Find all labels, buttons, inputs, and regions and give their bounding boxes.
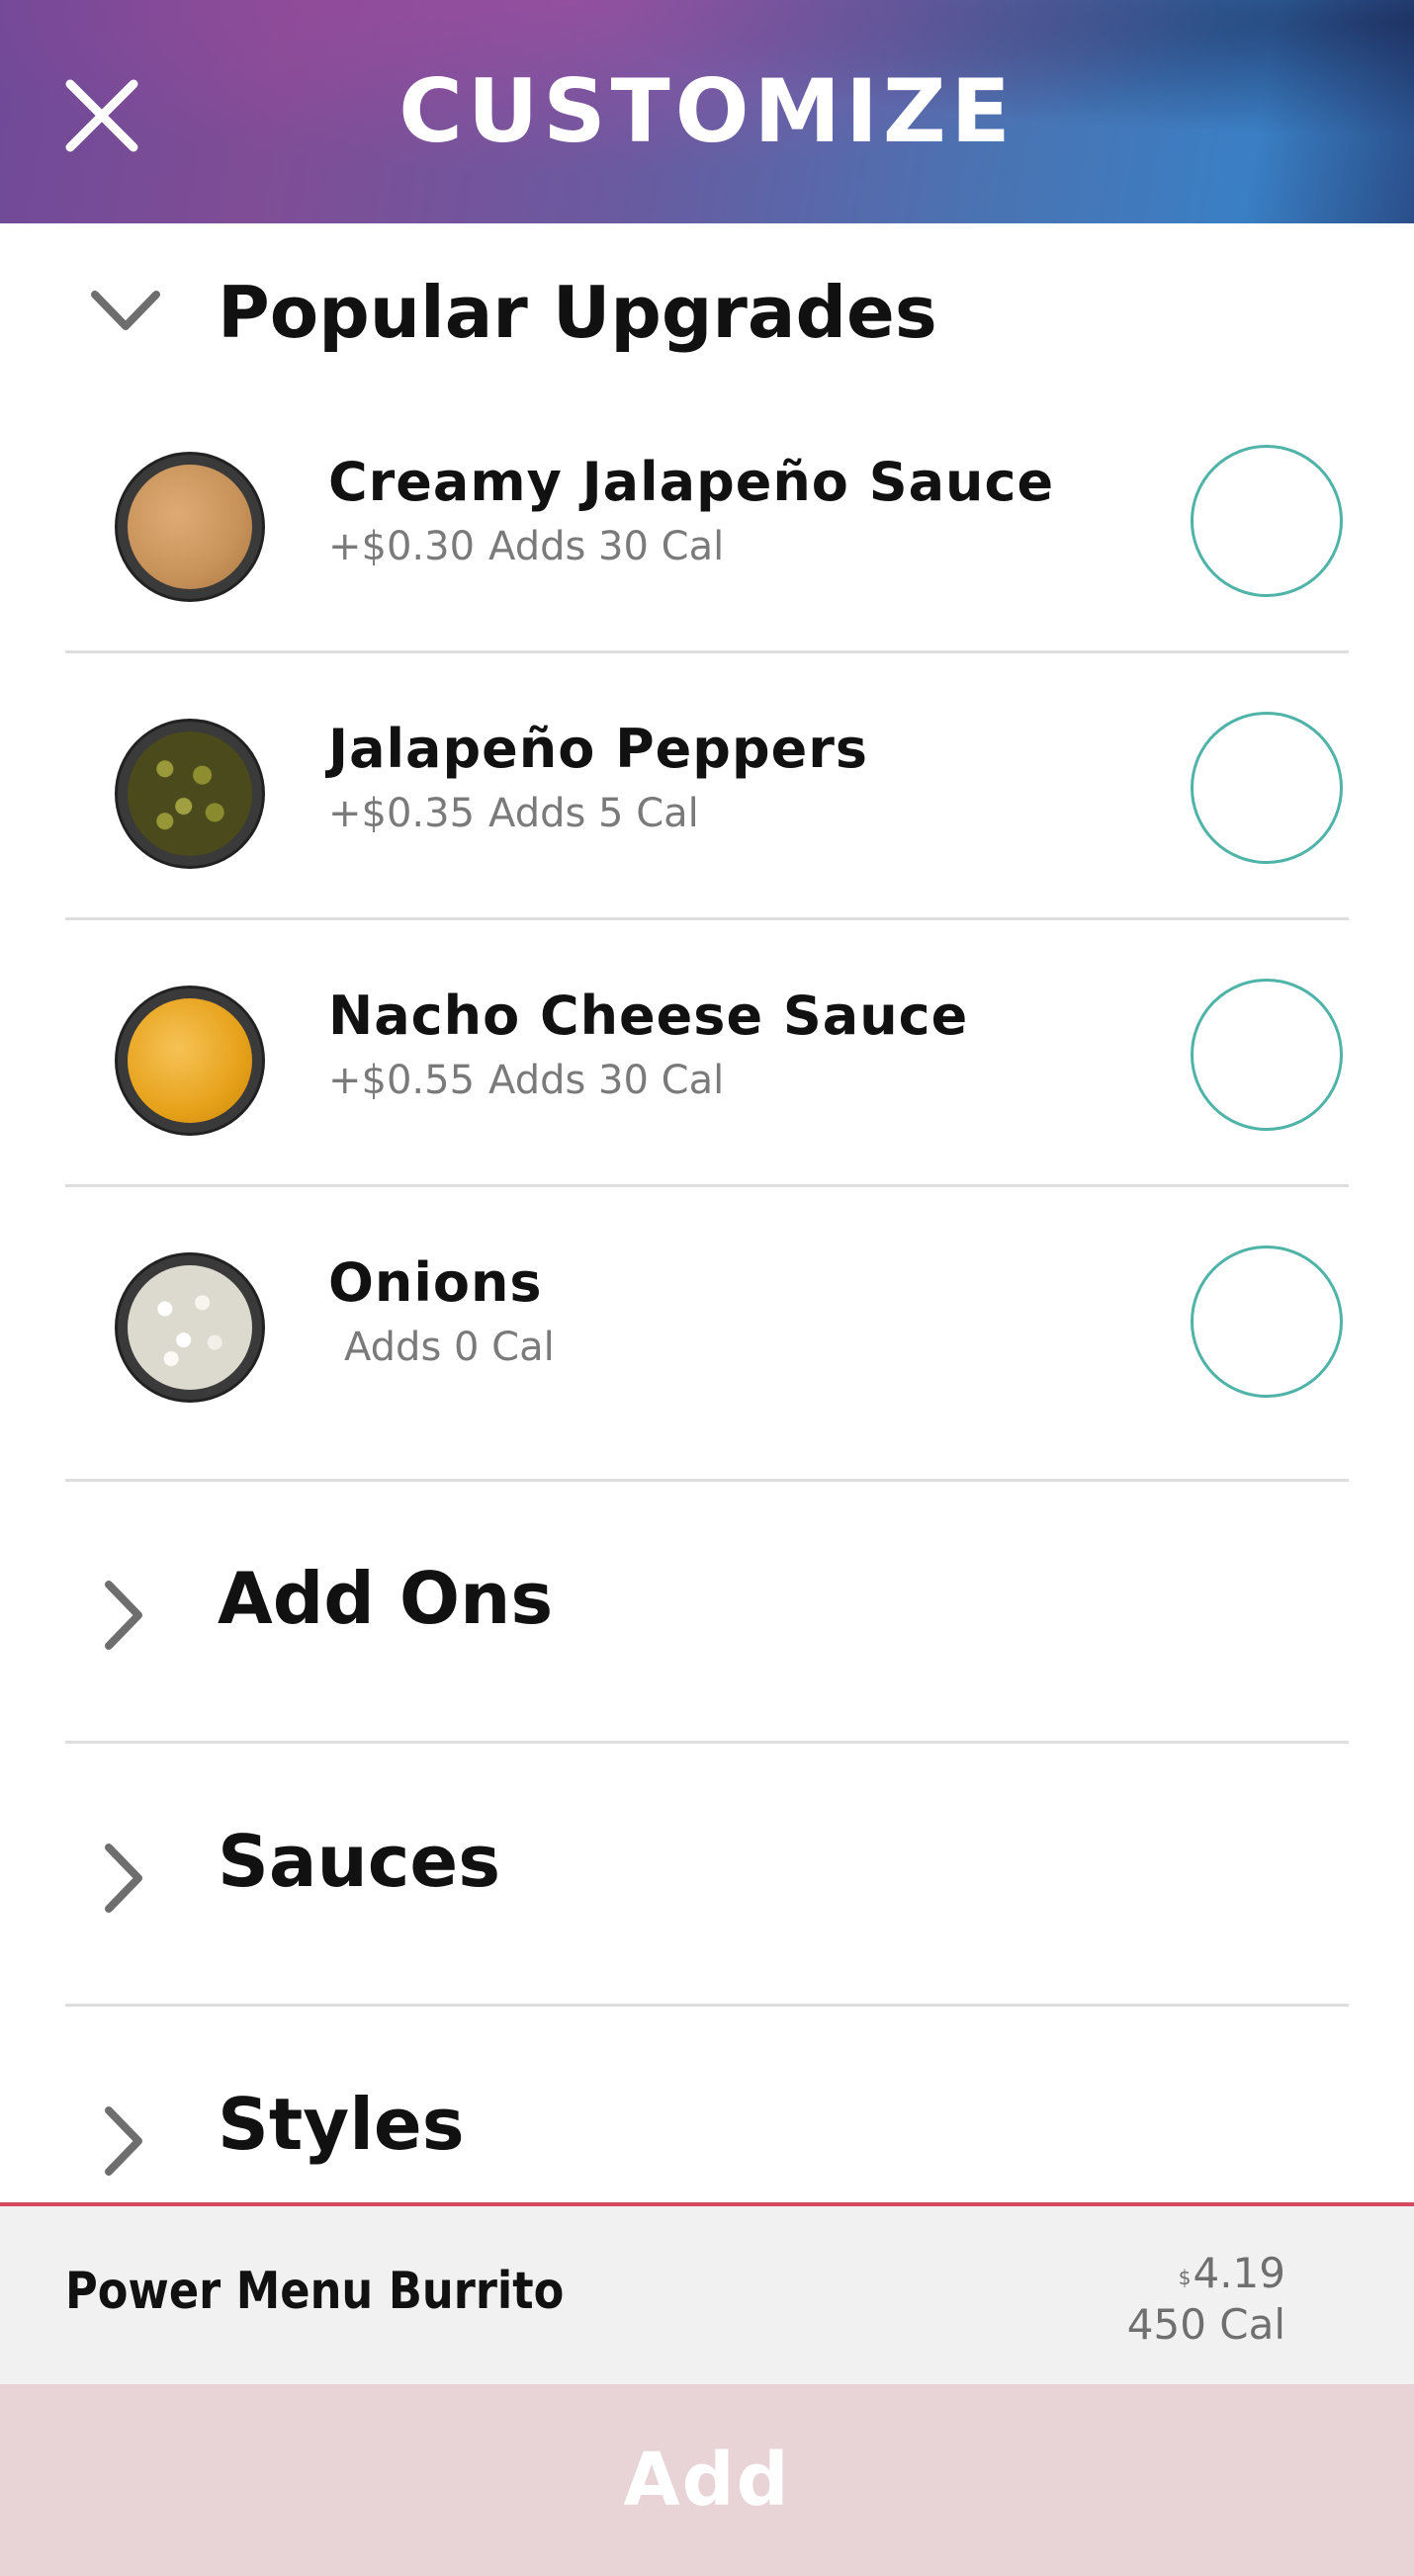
price-value: 4.19 (1193, 2249, 1285, 2297)
product-calories: 450 Cal (1126, 2300, 1285, 2349)
close-icon (65, 79, 138, 152)
list-item[interactable]: Creamy Jalapeño Sauce +$0.30 Adds 30 Cal (65, 384, 1349, 653)
chevron-right-icon (105, 1844, 142, 1913)
item-calories: Adds 30 Cal (488, 524, 725, 569)
onions-image (115, 1252, 265, 1403)
item-name: Nacho Cheese Sauce (328, 985, 969, 1047)
list-item[interactable]: Nacho Cheese Sauce +$0.55 Adds 30 Cal (65, 917, 1349, 1187)
chevron-down-icon (91, 291, 160, 330)
select-radio[interactable] (1191, 712, 1343, 864)
creamy-jalapeno-sauce-image (115, 452, 265, 602)
select-radio[interactable] (1191, 1245, 1343, 1398)
section-styles[interactable]: Styles (65, 2006, 1349, 2202)
select-radio[interactable] (1191, 445, 1343, 597)
section-title-add-ons: Add Ons (218, 1557, 554, 1640)
item-meta: +$0.55 Adds 30 Cal (328, 1058, 738, 1103)
chevron-right-icon (105, 2106, 142, 2176)
section-sauces[interactable]: Sauces (65, 1743, 1349, 2007)
item-calories: Adds 5 Cal (488, 791, 699, 836)
item-price: +$0.30 (328, 524, 476, 569)
product-price: $4.19 (1127, 2248, 1285, 2299)
item-price: +$0.55 (328, 1058, 476, 1103)
list-item[interactable]: Onions Adds 0 Cal (65, 1184, 1349, 1482)
chevron-right-icon (105, 1581, 142, 1650)
close-button[interactable] (57, 71, 146, 160)
page-title: CUSTOMIZE (398, 60, 1016, 162)
item-price: +$0.35 (328, 791, 476, 836)
item-name: Creamy Jalapeño Sauce (328, 451, 1055, 513)
item-meta: +$0.35 Adds 5 Cal (328, 791, 713, 836)
nacho-cheese-sauce-image (115, 986, 265, 1136)
currency-symbol: $ (1178, 2266, 1192, 2289)
header-bar: CUSTOMIZE (0, 0, 1414, 223)
add-button[interactable]: Add (0, 2384, 1414, 2576)
list-item[interactable]: Jalapeño Peppers +$0.35 Adds 5 Cal (65, 650, 1349, 920)
section-title-styles: Styles (218, 2083, 465, 2166)
section-add-ons[interactable]: Add Ons (65, 1480, 1349, 1744)
order-summary-bar: Power Menu Burrito $4.19 450 Cal (0, 2202, 1414, 2384)
product-name: Power Menu Burrito (65, 2262, 565, 2321)
section-title-sauces: Sauces (218, 1820, 501, 1903)
item-meta: Adds 0 Cal (344, 1325, 569, 1370)
item-calories: Adds 30 Cal (488, 1058, 725, 1103)
select-radio[interactable] (1191, 979, 1343, 1131)
price-box: $4.19 450 Cal (1127, 2248, 1285, 2351)
item-meta: +$0.30 Adds 30 Cal (328, 524, 738, 569)
section-title-popular-upgrades: Popular Upgrades (218, 271, 937, 354)
jalapeno-peppers-image (115, 719, 265, 869)
item-name: Jalapeño Peppers (328, 718, 869, 780)
item-name: Onions (328, 1251, 543, 1314)
section-popular-upgrades[interactable]: Popular Upgrades (0, 223, 1414, 401)
item-calories: Adds 0 Cal (344, 1325, 555, 1370)
